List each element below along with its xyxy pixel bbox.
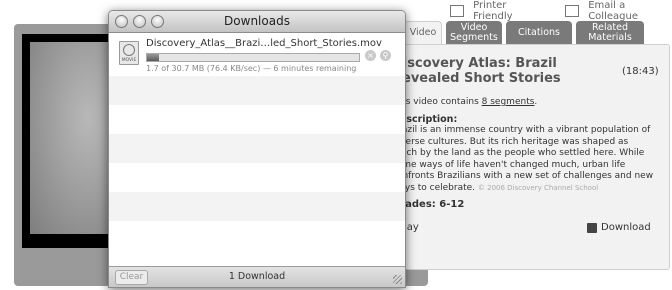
tab-bar: Video Video Segments Citations Related M… [404,21,644,44]
printer-icon [450,5,465,17]
segments-link[interactable]: 8 segments [482,97,535,107]
downloads-list: MOVIE Discovery_Atlas__Brazi…led_Short_S… [109,33,405,266]
email-icon [565,5,580,17]
tab-related-materials[interactable]: Related Materials [576,21,644,44]
video-frame [30,42,112,234]
tab-video[interactable]: Video [404,21,442,44]
description-text: Brazil is an immense country with a vibr… [392,125,654,193]
printer-friendly-link[interactable]: Printer Friendly [473,0,544,22]
video-title: Discovery Atlas: Brazil Revealed Short S… [392,56,561,86]
download-item[interactable]: MOVIE Discovery_Atlas__Brazi…led_Short_S… [109,33,405,76]
resize-grip-icon[interactable] [393,275,402,284]
download-status: 1.7 of 30.7 MB (76.4 KB/sec) — 6 minutes… [146,64,357,73]
download-progress-fill [147,54,159,61]
download-progress-bar [146,53,360,62]
segments-summary: This video contains 8 segments. [392,97,538,107]
window-title: Downloads [224,14,290,28]
top-links: Printer Friendly Email a Colleague [450,0,672,22]
video-duration: (18:43) [622,66,659,77]
downloads-footer: Clear 1 Download [109,266,405,287]
copyright: © 2006 Discovery Channel School [477,183,599,192]
reveal-magnifier-icon[interactable]: ⚲ [380,50,391,61]
download-count: 1 Download [228,271,286,282]
stop-download-icon[interactable]: × [365,50,376,61]
downloads-window: Downloads MOVIE Discovery_Atlas__Brazi…l… [108,10,406,288]
disk-icon [587,222,597,233]
tab-citations[interactable]: Citations [506,21,572,44]
download-label: Download [601,222,651,233]
tab-video-segments[interactable]: Video Segments [446,21,502,44]
email-colleague-link[interactable]: Email a Colleague [588,0,672,22]
movie-file-icon: MOVIE [119,41,139,65]
download-button[interactable]: Download [587,222,651,233]
downloads-titlebar[interactable]: Downloads [109,11,405,33]
download-filename: Discovery_Atlas__Brazi…led_Short_Stories… [146,38,382,49]
